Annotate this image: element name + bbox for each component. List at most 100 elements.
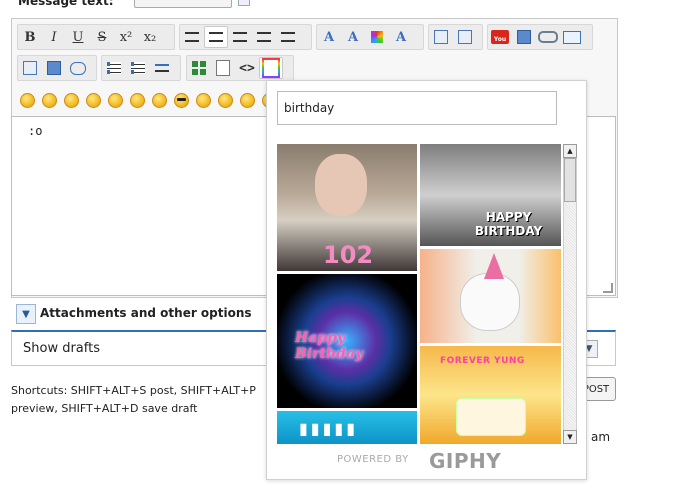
gif-caption: 102 xyxy=(323,241,374,269)
attachment-button[interactable] xyxy=(18,57,42,79)
shortcuts-text: Shortcuts: SHIFT+ALT+S post, SHIFT+ALT+P… xyxy=(11,384,256,415)
spoiler-grid-icon xyxy=(192,61,206,75)
font-group: A A A xyxy=(316,24,424,50)
subscript-button[interactable]: x₂ xyxy=(138,26,162,48)
align-right-button[interactable] xyxy=(252,26,276,48)
gif-forever-young-cake[interactable]: FOREVER YUNG xyxy=(420,346,561,444)
smiley-angry-icon[interactable] xyxy=(108,93,123,108)
smiley-crazy-icon[interactable] xyxy=(218,93,233,108)
format-help-icon[interactable] xyxy=(238,0,250,6)
align-left-icon xyxy=(185,32,199,42)
bullet-list-button[interactable] xyxy=(102,57,126,79)
code-group: <> xyxy=(186,55,294,81)
horizontal-rule-icon xyxy=(155,64,169,72)
gif-face xyxy=(315,154,367,216)
smiley-confused-icon[interactable] xyxy=(196,93,211,108)
spoiler-button[interactable] xyxy=(187,57,211,79)
image-button[interactable] xyxy=(512,26,536,48)
strike-button[interactable]: S xyxy=(90,26,114,48)
align-justify-button[interactable] xyxy=(228,26,252,48)
remove-format-button[interactable]: A xyxy=(389,26,413,48)
message-text-label: Message text: xyxy=(18,0,114,8)
giphy-button[interactable] xyxy=(259,57,283,79)
quote-bubble-icon xyxy=(70,61,86,75)
gif-candles-blue[interactable]: ▮▮▮▮▮ xyxy=(277,411,417,444)
youtube-icon: You xyxy=(491,30,509,44)
gif-party-hat xyxy=(484,253,504,279)
bullet-list-icon xyxy=(107,62,121,74)
gif-dog-party-hat[interactable] xyxy=(420,249,561,343)
smiley-grin-icon[interactable] xyxy=(64,93,79,108)
smiley-cool-icon[interactable] xyxy=(174,93,189,108)
email-button[interactable] xyxy=(560,26,584,48)
gif-cake xyxy=(456,398,526,436)
scroll-thumb[interactable] xyxy=(564,158,576,202)
attachment-icon xyxy=(23,61,37,75)
gif-caption: FOREVER YUNG xyxy=(440,356,525,366)
insert-group: You xyxy=(487,24,593,50)
code-button[interactable]: <> xyxy=(235,57,259,79)
font-face-button[interactable]: A xyxy=(341,26,365,48)
font-color-button[interactable] xyxy=(365,26,389,48)
image-icon xyxy=(517,30,531,44)
resize-grip-icon[interactable] xyxy=(603,283,613,293)
italic-button[interactable]: I xyxy=(42,26,66,48)
font-size-button[interactable]: A xyxy=(317,26,341,48)
message-format-select[interactable] xyxy=(134,0,232,8)
giphy-icon xyxy=(262,58,280,78)
smiley-neutral-icon[interactable] xyxy=(130,93,145,108)
align-full-button[interactable] xyxy=(276,26,300,48)
link-icon xyxy=(538,31,558,43)
smiley-smile-icon[interactable] xyxy=(20,93,35,108)
gif-grandma-candles[interactable]: 102 xyxy=(277,144,417,271)
gif-betty-boop[interactable]: HAPPY BIRTHDAY xyxy=(420,144,561,246)
text-style-group: B I U S x² x₂ xyxy=(17,24,175,50)
link-button[interactable] xyxy=(536,26,560,48)
indent-group xyxy=(428,24,483,50)
embed-icon xyxy=(47,61,61,75)
gif-fireworks[interactable]: Happy Birthday xyxy=(277,274,417,408)
smiley-wink-icon[interactable] xyxy=(42,93,57,108)
smiley-surprised-icon[interactable] xyxy=(152,93,167,108)
indent-button[interactable] xyxy=(453,26,477,48)
email-icon xyxy=(563,30,581,44)
youtube-button[interactable]: You xyxy=(488,26,512,48)
scroll-down-icon[interactable]: ▼ xyxy=(563,430,577,444)
align-center-button[interactable] xyxy=(204,26,228,48)
font-face-icon: A xyxy=(347,29,359,45)
page-icon xyxy=(216,60,230,76)
giphy-logo: GIPHY xyxy=(429,449,502,473)
attachments-toggle-label[interactable]: Attachments and other options xyxy=(40,306,252,320)
numbered-list-icon xyxy=(131,62,145,74)
giphy-search-input[interactable]: birthday xyxy=(277,91,557,125)
horizontal-rule-button[interactable] xyxy=(150,57,174,79)
superscript-button[interactable]: x² xyxy=(114,26,138,48)
color-palette-icon xyxy=(371,31,383,43)
chevron-down-icon[interactable]: ▼ xyxy=(16,304,36,324)
alignment-group xyxy=(179,24,312,50)
embed-button[interactable] xyxy=(42,57,66,79)
align-center-icon xyxy=(209,32,223,42)
scroll-up-icon[interactable]: ▲ xyxy=(563,144,577,158)
list-group xyxy=(101,55,181,81)
align-full-icon xyxy=(281,32,295,42)
media-group xyxy=(17,55,97,81)
show-drafts-label[interactable]: Show drafts xyxy=(23,341,100,356)
numbered-list-button[interactable] xyxy=(126,57,150,79)
align-left-button[interactable] xyxy=(180,26,204,48)
smiley-razz-icon[interactable] xyxy=(240,93,255,108)
bold-button[interactable]: B xyxy=(18,26,42,48)
underline-button[interactable]: U xyxy=(66,26,90,48)
source-button[interactable] xyxy=(211,57,235,79)
align-justify-icon xyxy=(233,32,247,42)
powered-by-label: POWERED BY xyxy=(337,454,409,465)
gif-caption: Happy Birthday xyxy=(295,330,364,362)
smiley-laugh-icon[interactable] xyxy=(86,93,101,108)
outdent-button[interactable] xyxy=(429,26,453,48)
remove-format-icon: A xyxy=(395,29,407,45)
gif-dog xyxy=(460,273,520,331)
editor-content: :o xyxy=(28,124,43,138)
code-brackets-icon: <> xyxy=(239,60,255,76)
quote-button[interactable] xyxy=(66,57,90,79)
outdent-icon xyxy=(434,30,448,44)
